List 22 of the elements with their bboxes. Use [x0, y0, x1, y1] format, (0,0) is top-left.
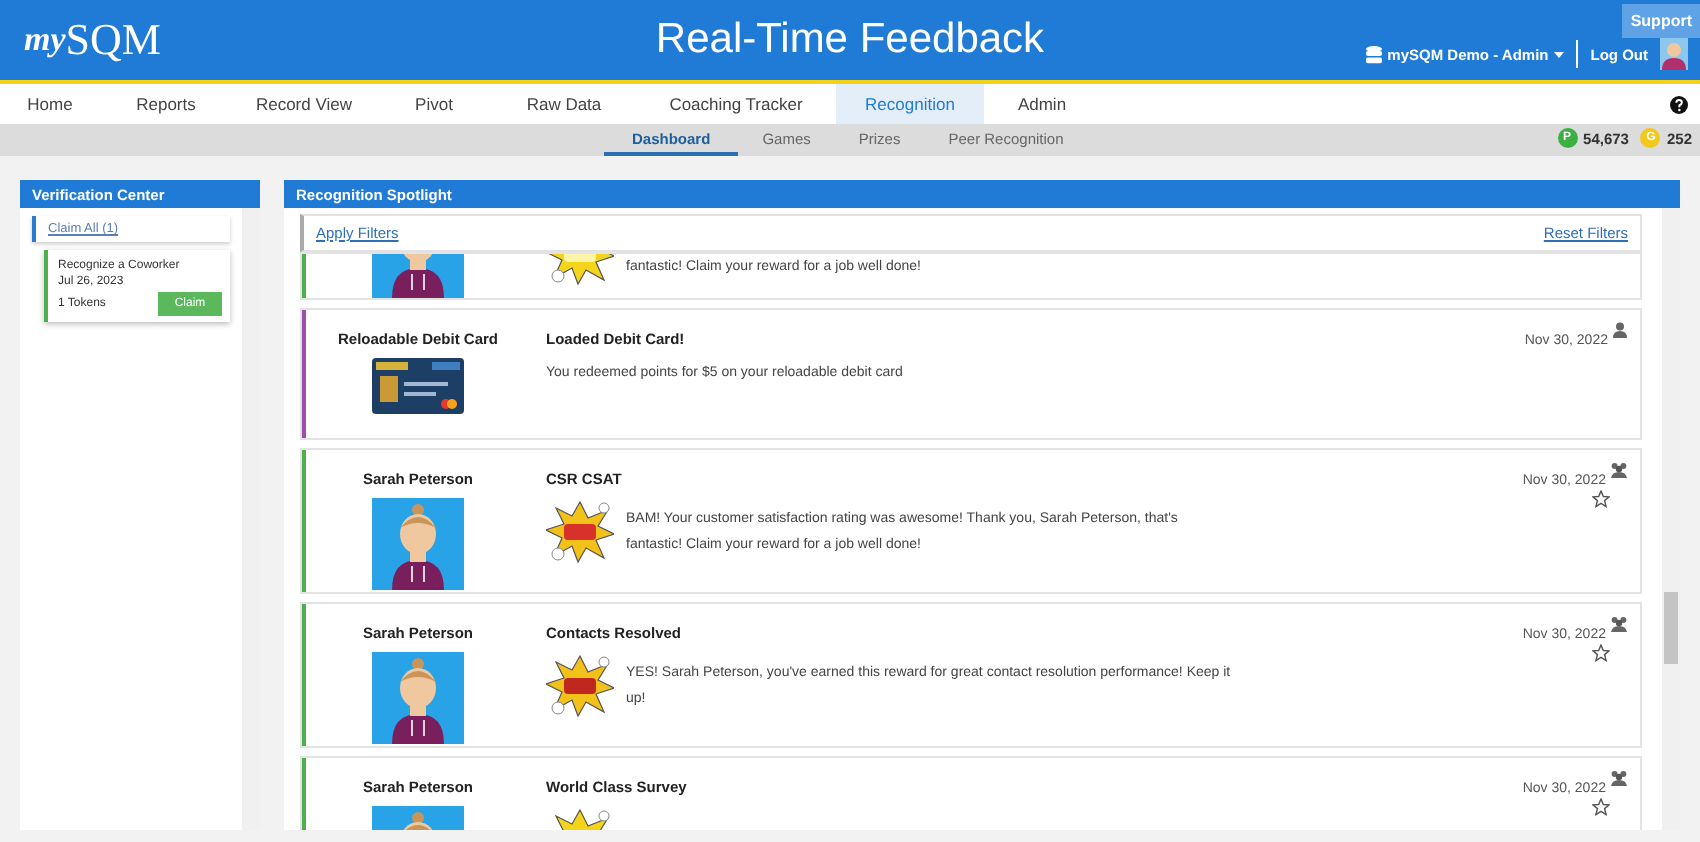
- avatar-icon[interactable]: [1660, 38, 1688, 70]
- people-icon: [1610, 770, 1628, 786]
- page-title: Real-Time Feedback: [655, 16, 1045, 64]
- person-icon: [1612, 322, 1628, 338]
- nav-tab[interactable]: Recognition: [836, 84, 984, 124]
- star-icon[interactable]: [1592, 798, 1610, 816]
- nav-tab[interactable]: Home: [0, 84, 100, 124]
- people-icon: [1610, 616, 1628, 632]
- nav-tab[interactable]: Admin: [984, 84, 1100, 124]
- support-button[interactable]: Support: [1622, 4, 1700, 38]
- logo[interactable]: mySQM: [0, 14, 656, 66]
- star-icon[interactable]: [1592, 644, 1610, 662]
- caret-icon: [1554, 51, 1565, 57]
- people-icon: [1610, 462, 1628, 478]
- nav-tab[interactable]: Reports: [100, 84, 232, 124]
- database-icon: [1365, 45, 1382, 63]
- nav-tab[interactable]: Pivot: [376, 84, 492, 124]
- nav-tab[interactable]: Coaching Tracker: [636, 84, 836, 124]
- star-icon[interactable]: [1592, 490, 1610, 508]
- nav-tab[interactable]: Raw Data: [492, 84, 636, 124]
- help-icon[interactable]: [1670, 95, 1688, 113]
- nav-tab[interactable]: Record View: [232, 84, 376, 124]
